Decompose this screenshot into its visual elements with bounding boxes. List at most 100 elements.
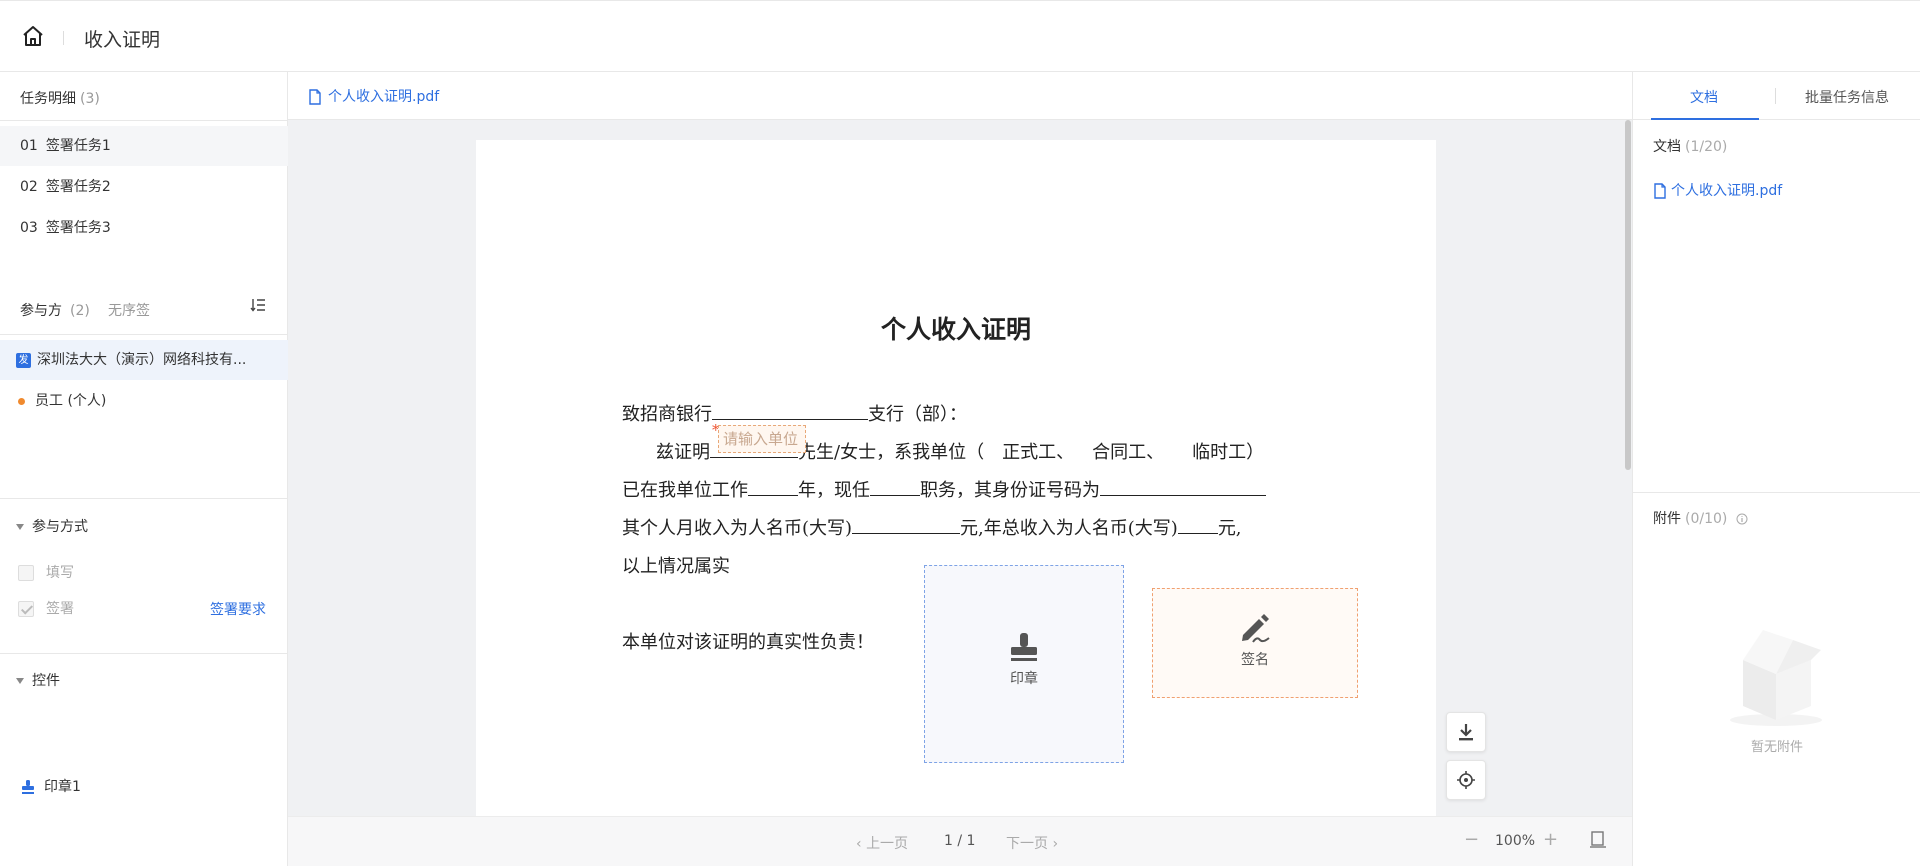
controls-title: 控件 (32, 673, 60, 689)
chevron-left-icon: ‹ (856, 836, 867, 852)
tab-documents[interactable]: 文档 (1690, 87, 1718, 107)
task-item-3[interactable]: 03 签署任务3 (0, 208, 288, 248)
doc-line-4: 其个人月收入为人名币(大写) 元,年总收入为人名币(大写) 元, (622, 514, 1242, 540)
download-button[interactable] (1446, 712, 1486, 752)
page-indicator: 1 / 1 (944, 833, 976, 849)
vertical-scrollbar[interactable] (1624, 120, 1632, 816)
file-tab[interactable]: 个人收入证明.pdf (308, 86, 439, 106)
party-dot-icon (18, 397, 25, 405)
prev-page-label: 上一页 (866, 836, 909, 852)
tab-separator (1775, 88, 1776, 104)
signing-order-mode: 无序签 (108, 303, 150, 319)
doc-text: 致招商银行 (622, 404, 712, 425)
chevron-right-icon: › (1048, 836, 1059, 852)
signature-field[interactable]: 签名 (1152, 588, 1358, 698)
sign-checkbox[interactable] (18, 601, 34, 617)
doc-text: 合同工、 (1092, 442, 1165, 463)
doc-text: 兹证明 (656, 442, 710, 463)
doc-text: 先生/女士，系我单位（ (798, 442, 985, 463)
blank-underline (870, 476, 920, 496)
fit-page-icon[interactable] (1590, 831, 1606, 853)
participation-title: 参与方式 (32, 519, 88, 535)
party-item-employee[interactable]: 员工 (个人) (0, 381, 288, 421)
doc-text: 支行（部）： (868, 404, 967, 425)
document-title: 个人收入证明 (880, 315, 1031, 344)
zoom-out-icon[interactable]: − (1464, 829, 1479, 850)
tasks-title: 任务明细 (20, 91, 76, 107)
document-link-label: 个人收入证明.pdf (1671, 183, 1783, 199)
pdf-viewer[interactable]: 个人收入证明 致招商银行 支行（部）： 兹证明 先生/女士，系我单位（ 正式工、 合同工… (288, 120, 1632, 816)
scroll-thumb[interactable] (1625, 120, 1631, 470)
blank-underline (1177, 514, 1218, 534)
page-title: 收入证明 (84, 29, 161, 51)
next-page-label: 下一页 (1006, 836, 1048, 852)
option-label: 签署 (46, 601, 74, 617)
prev-page-button[interactable]: ‹ 上一页 (856, 833, 908, 853)
file-icon (309, 89, 321, 105)
divider (0, 653, 288, 654)
parties-count: (2) (70, 303, 90, 319)
sort-order-icon[interactable] (250, 298, 266, 316)
divider (0, 498, 288, 499)
option-sign[interactable]: 签署 (18, 598, 74, 618)
caret-down-icon (16, 678, 24, 684)
divider (0, 120, 288, 121)
divider (0, 334, 288, 335)
control-seal-item[interactable]: 印章1 (20, 776, 81, 796)
blank-underline (712, 400, 868, 420)
locate-button[interactable] (1446, 760, 1486, 800)
party-item-company[interactable]: 发深圳法大大（演示）网络科技有... (0, 340, 288, 380)
next-page-button[interactable]: 下一页 › (1006, 833, 1058, 853)
file-tab-bar: 个人收入证明.pdf (288, 72, 1632, 120)
home-icon[interactable] (20, 23, 46, 49)
control-label: 印章1 (44, 779, 81, 795)
tab-batch-info[interactable]: 批量任务信息 (1805, 87, 1889, 107)
right-panel: 文档 批量任务信息 文档 (1/20) 个人收入证明.pdf 附件 (0/10) 暂… (1632, 72, 1920, 866)
controls-section-toggle[interactable]: 控件 (16, 670, 60, 690)
company-badge-icon: 发 (16, 352, 31, 368)
doc-line-6: 本单位对该证明的真实性负责！ (622, 632, 874, 653)
doc-line-1: 致招商银行 支行（部）： (622, 400, 967, 426)
doc-text: 年，现任 (798, 480, 870, 501)
document-link[interactable]: 个人收入证明.pdf (1653, 180, 1782, 200)
option-fill[interactable]: 填写 (18, 562, 74, 582)
right-tabs: 文档 批量任务信息 (1633, 72, 1920, 120)
task-item-1[interactable]: 01 签署任务1 (0, 126, 288, 166)
zoom-level: 100% (1495, 833, 1536, 849)
empty-attachments-text: 暂无附件 (1750, 740, 1803, 755)
participation-section-toggle[interactable]: 参与方式 (16, 516, 88, 536)
fill-checkbox[interactable] (18, 565, 34, 581)
blank-underline (748, 476, 798, 496)
option-label: 填写 (46, 565, 74, 581)
seal-label: 印章 (1010, 671, 1038, 687)
file-icon (1654, 183, 1666, 199)
document-page: 个人收入证明 致招商银行 支行（部）： 兹证明 先生/女士，系我单位（ 正式工、 合同工… (476, 140, 1436, 816)
attachments-header: 附件 (0/10) (1653, 508, 1748, 528)
tasks-count: (3) (80, 91, 100, 107)
caret-down-icon (16, 524, 24, 530)
download-icon (1459, 724, 1473, 741)
signature-label: 签名 (1241, 652, 1269, 668)
docs-header: 文档 (1/20) (1653, 136, 1727, 156)
active-tab-indicator (1651, 118, 1759, 120)
header-divider (63, 31, 64, 45)
empty-box-icon (1723, 620, 1829, 734)
signature-pen-icon (1242, 614, 1270, 643)
info-icon[interactable] (1736, 513, 1748, 525)
doc-text: 元,年总收入为人名币(大写) (960, 518, 1178, 539)
task-num: 01 (20, 138, 38, 154)
task-num: 02 (20, 179, 38, 195)
party-name: 员工 (个人) (35, 393, 107, 409)
doc-text: 其个人月收入为人名币(大写) (622, 518, 853, 539)
fill-field-input[interactable]: 请输入单位 (718, 425, 806, 453)
zoom-in-icon[interactable]: + (1543, 829, 1558, 850)
doc-text: 临时工） (1192, 442, 1265, 463)
task-item-2[interactable]: 02 签署任务2 (0, 167, 288, 207)
sign-requirement-link[interactable]: 签署要求 (210, 599, 266, 619)
doc-text: 正式工、 (1002, 442, 1075, 463)
blank-underline (1100, 476, 1266, 496)
locate-icon (1457, 771, 1475, 789)
parties-title: 参与方 (20, 303, 62, 319)
party-name: 深圳法大大（演示）网络科技有... (37, 352, 247, 368)
seal-field[interactable]: 印章 (924, 565, 1124, 763)
